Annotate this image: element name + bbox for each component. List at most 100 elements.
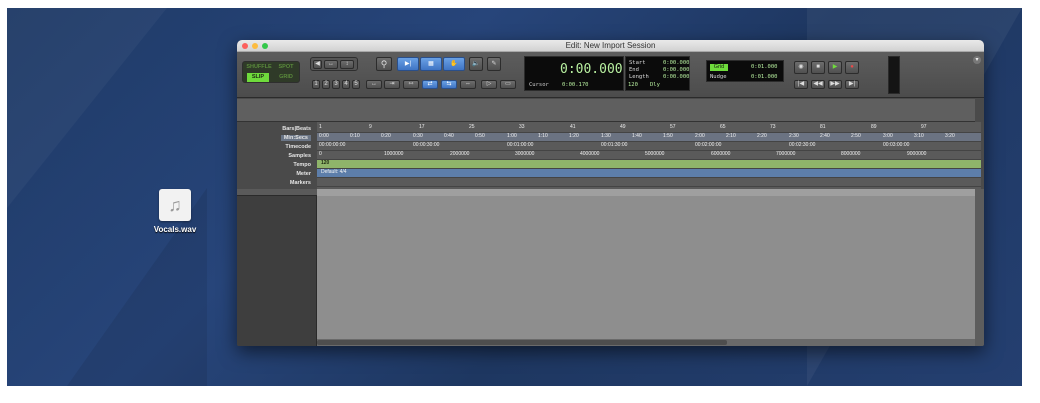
zoom-preset-5[interactable]: 5 [352, 80, 360, 89]
ruler-label-bars[interactable]: Bars|Beats [282, 126, 311, 132]
grabber-tool-icon[interactable]: ✋ [443, 57, 465, 71]
bar-tick: 41 [570, 124, 576, 130]
stop-icon[interactable]: ■ [811, 61, 825, 74]
selector-tool-icon[interactable]: ▦ [420, 57, 442, 71]
bar-tick: 9 [369, 124, 372, 130]
tab-to-transient-icon[interactable]: ⇥ [384, 80, 400, 89]
minsecs-tick: 2:40 [820, 133, 830, 139]
samples-tick: 9000000 [907, 151, 927, 157]
zoom-preset-4[interactable]: 4 [342, 80, 350, 89]
audio-file-icon[interactable]: ♫ [159, 189, 191, 221]
minsecs-tick: 1:10 [538, 133, 548, 139]
ruler-label-timecode[interactable]: Timecode [285, 144, 311, 150]
timeline-header [317, 189, 975, 196]
minsecs-tick: 3:00 [883, 133, 893, 139]
grid-value[interactable]: 0:01.000 [751, 64, 778, 70]
minsecs-tick: 2:50 [851, 133, 861, 139]
tempo-value: 120 [628, 82, 638, 88]
toolbar-menu-icon[interactable]: ▾ [973, 56, 981, 64]
rewind-icon[interactable]: ◀◀ [811, 80, 825, 89]
bar-tick: 65 [720, 124, 726, 130]
vertical-scrollbar[interactable] [975, 189, 984, 346]
universe-toggle-icon[interactable] [975, 99, 984, 122]
record-icon[interactable]: ● [845, 61, 859, 74]
zoom-preset-1[interactable]: 1 [312, 80, 320, 89]
window-title: Edit: New Import Session [565, 41, 656, 50]
ruler-label-samples[interactable]: Samples [288, 153, 311, 159]
insertion-follows-icon[interactable]: ⇆ [441, 80, 457, 89]
zoom-preset-3[interactable]: 3 [332, 80, 340, 89]
ruler-labels: Bars|Beats Min:Secs Timecode Samples Tem… [237, 122, 317, 189]
keyboard-focus-icon[interactable]: ▷ [481, 80, 497, 89]
samples-tick: 2000000 [450, 151, 470, 157]
samples-tick: 8000000 [841, 151, 861, 157]
selection-display[interactable]: Start End Length 0:00.000 0:00.000 0:00.… [625, 56, 690, 91]
bar-tick: 81 [820, 124, 826, 130]
timecode-ruler[interactable]: 00:00:00:00 00:00:30:00 00:01:00:00 00:0… [317, 142, 981, 151]
horizontal-scroll-thumb[interactable] [317, 340, 727, 345]
zoom-out-button[interactable]: ◀ [313, 60, 322, 69]
link-selection-icon[interactable]: ⇿ [403, 80, 419, 89]
tempo-ruler[interactable]: 120 [317, 160, 981, 169]
delay-label: Dly [650, 82, 660, 88]
tempo-marker[interactable]: 120 [321, 160, 329, 166]
edit-area: Bars|Beats Min:Secs Timecode Samples Tem… [237, 99, 984, 346]
horizontal-scrollbar[interactable] [317, 339, 975, 346]
timecode-tick: 00:01:30:00 [601, 142, 628, 148]
meter-ruler[interactable]: Default: 4/4 [317, 169, 981, 178]
samples-tick: 1000000 [384, 151, 404, 157]
markers-ruler[interactable] [317, 178, 981, 187]
clip-overlap-icon[interactable]: ▭ [500, 80, 516, 89]
play-icon[interactable]: ▶ [828, 61, 842, 74]
meter-marker[interactable]: Default: 4/4 [321, 169, 347, 175]
bar-tick: 49 [620, 124, 626, 130]
go-to-end-icon[interactable]: ▶| [845, 80, 859, 89]
horizontal-zoom-icon[interactable]: ↔ [324, 60, 338, 69]
minsecs-tick: 0:40 [444, 133, 454, 139]
scrubber-tool-icon[interactable]: 🔈 [469, 57, 483, 71]
nudge-value[interactable]: 0:01.000 [751, 74, 778, 80]
minsecs-tick: 1:00 [507, 133, 517, 139]
grid-nudge-display: Grid 0:01.000 Nudge 0:01.000 [706, 60, 784, 82]
timeline-playlist[interactable] [317, 189, 975, 339]
zoom-preset-2[interactable]: 2 [322, 80, 330, 89]
ruler-label-markers[interactable]: Markers [290, 180, 311, 186]
fast-forward-icon[interactable]: ▶▶ [828, 80, 842, 89]
pencil-tool-icon[interactable]: ✎ [487, 57, 501, 71]
file-name-label: Vocals.wav [153, 225, 197, 234]
ruler-area[interactable]: 1 9 17 25 33 41 49 57 65 73 81 89 97 0:0… [317, 122, 981, 189]
trim-tool-icon[interactable]: ▶| [397, 57, 419, 71]
ruler-label-minsecs[interactable]: Min:Secs [280, 135, 311, 141]
track-list-header[interactable] [237, 189, 317, 196]
samples-ruler[interactable]: 0 1000000 2000000 3000000 4000000 500000… [317, 151, 981, 160]
start-value: 0:00.000 [663, 60, 690, 66]
shuffle-mode-button[interactable]: SHUFFLE [245, 63, 273, 72]
main-counter-display[interactable]: 0:00.000 Cursor 0:00.170 [524, 56, 624, 91]
grid-label[interactable]: Grid [710, 64, 728, 71]
minsecs-tick: 1:40 [632, 133, 642, 139]
slip-mode-button[interactable]: SLIP [247, 73, 269, 82]
ruler-label-meter[interactable]: Meter [296, 171, 311, 177]
samples-tick: 0 [319, 151, 322, 157]
bars-ruler[interactable]: 1 9 17 25 33 41 49 57 65 73 81 89 97 [317, 124, 981, 133]
length-label: Length [629, 74, 649, 80]
minsecs-tick: 1:20 [569, 133, 579, 139]
vertical-zoom-icon[interactable]: ↕ [340, 60, 354, 69]
minsecs-ruler[interactable]: 0:00 0:10 0:20 0:30 0:40 0:50 1:00 1:10 … [317, 133, 981, 142]
bar-tick: 73 [770, 124, 776, 130]
title-bar[interactable]: Edit: New Import Session [237, 40, 984, 52]
nudge-label[interactable]: Nudge [710, 74, 727, 80]
return-to-zero-icon[interactable]: |◀ [794, 80, 808, 89]
zoom-toggle-icon[interactable]: ↔ [366, 80, 382, 89]
mirror-midi-icon[interactable]: ⇔ [460, 80, 476, 89]
bar-tick: 25 [469, 124, 475, 130]
link-track-icon[interactable]: ⇄ [422, 80, 438, 89]
minsecs-tick: 0:50 [475, 133, 485, 139]
timecode-tick: 00:01:00:00 [507, 142, 534, 148]
zoomer-tool-icon[interactable]: ⚲ [376, 57, 392, 71]
spot-mode-button[interactable]: SPOT [273, 63, 299, 72]
grid-mode-button[interactable]: GRID [273, 73, 299, 82]
end-value: 0:00.000 [663, 67, 690, 73]
online-icon[interactable]: ◉ [794, 61, 808, 74]
ruler-label-tempo[interactable]: Tempo [293, 162, 311, 168]
